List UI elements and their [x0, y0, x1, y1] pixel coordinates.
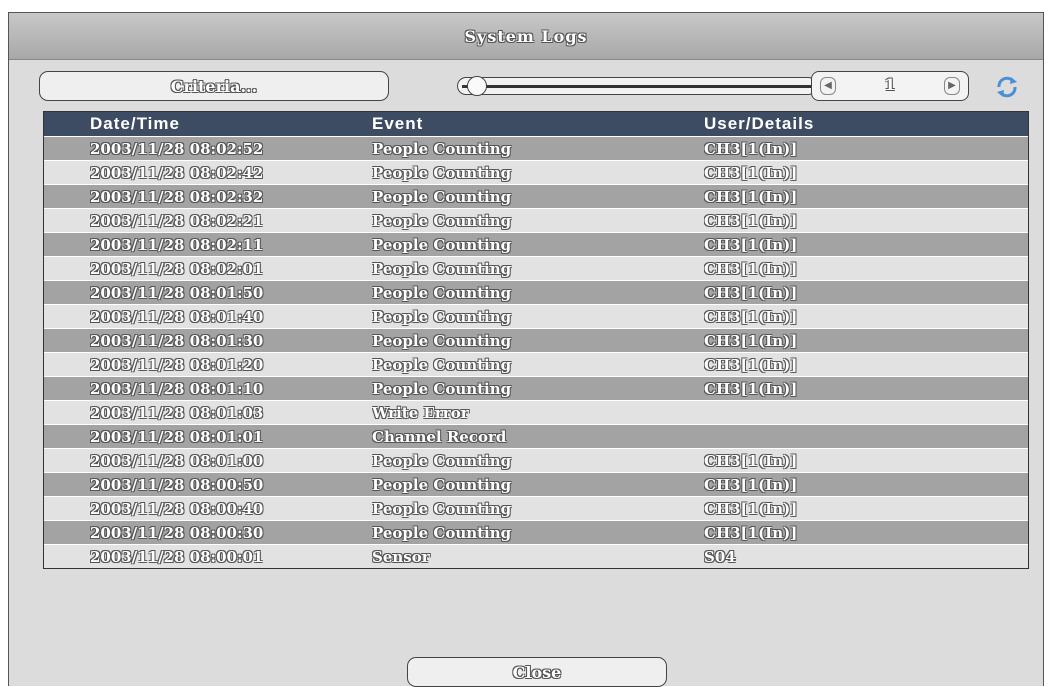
slider-track [462, 85, 812, 88]
cell-event: People Counting [372, 331, 512, 350]
refresh-icon[interactable] [995, 75, 1019, 99]
cell-event: Sensor [372, 547, 430, 566]
cell-user-details: CH3[1(In)] [704, 451, 798, 470]
cell-user-details: CH3[1(In)] [704, 523, 798, 542]
cell-user-details: CH3[1(In)] [704, 139, 798, 158]
table-row[interactable]: 2003/11/28 08:01:50 People Counting CH3[1(… [44, 280, 1028, 304]
cell-user-details: CH3[1(In)] [704, 163, 798, 182]
cell-datetime: 2003/11/28 08:02:11 [90, 235, 264, 254]
cell-event: People Counting [372, 283, 512, 302]
table-row[interactable]: 2003/11/28 08:02:52 People Counting CH3[1(… [44, 136, 1028, 160]
title-bar: System Logs [9, 13, 1043, 60]
table-row[interactable]: 2003/11/28 08:01:00 People Counting CH3[1(… [44, 448, 1028, 472]
slider-thumb[interactable] [466, 76, 487, 96]
table-row[interactable]: 2003/11/28 08:00:30 People Counting CH3[1(… [44, 520, 1028, 544]
table-row[interactable]: 2003/11/28 08:01:30 People Counting CH3[1(… [44, 328, 1028, 352]
table-row[interactable]: 2003/11/28 08:00:50 People Counting CH3[1(… [44, 472, 1028, 496]
cell-user-details: CH3[1(In)] [704, 475, 798, 494]
table-header: Date/Time Event User/Details [44, 112, 1028, 136]
cell-user-details: CH3[1(In)] [704, 283, 798, 302]
cell-user-details: CH3[1(In)] [704, 331, 798, 350]
page-number[interactable]: 1 [842, 75, 938, 94]
table-row[interactable]: 2003/11/28 08:01:10 People Counting CH3[1(… [44, 376, 1028, 400]
page-selector[interactable]: ◀ 1 ▶ [811, 71, 969, 101]
cell-datetime: 2003/11/28 08:01:30 [90, 331, 264, 350]
cell-event: People Counting [372, 307, 512, 326]
cell-user-details: S04 [704, 547, 736, 566]
table-row[interactable]: 2003/11/28 08:01:20 People Counting CH3[1(… [44, 352, 1028, 376]
cell-user-details: CH3[1(In)] [704, 499, 798, 518]
window-title: System Logs [464, 26, 588, 46]
table-body: 2003/11/28 08:02:52 People Counting CH3[1(… [44, 136, 1028, 568]
cell-event: People Counting [372, 139, 512, 158]
cell-user-details: CH3[1(In)] [704, 235, 798, 254]
criteria-button[interactable]: Criteria... [39, 71, 389, 101]
cell-event: People Counting [372, 499, 512, 518]
column-header-datetime[interactable]: Date/Time [44, 114, 372, 134]
cell-user-details: CH3[1(In)] [704, 187, 798, 206]
table-row[interactable]: 2003/11/28 08:02:32 People Counting CH3[1(… [44, 184, 1028, 208]
cell-datetime: 2003/11/28 08:01:03 [90, 403, 264, 422]
cell-datetime: 2003/11/28 08:02:32 [90, 187, 264, 206]
cell-event: People Counting [372, 475, 512, 494]
table-row[interactable]: 2003/11/28 08:02:42 People Counting CH3[1(… [44, 160, 1028, 184]
cell-datetime: 2003/11/28 08:00:50 [90, 475, 264, 494]
table-row[interactable]: 2003/11/28 08:00:01 Sensor S04 [44, 544, 1028, 568]
cell-datetime: 2003/11/28 08:02:52 [90, 139, 264, 158]
column-header-user-details[interactable]: User/Details [704, 114, 1028, 134]
cell-datetime: 2003/11/28 08:01:20 [90, 355, 264, 374]
table-row[interactable]: 2003/11/28 08:02:01 People Counting CH3[1(… [44, 256, 1028, 280]
cell-event: People Counting [372, 235, 512, 254]
cell-datetime: 2003/11/28 08:00:40 [90, 499, 264, 518]
cell-event: People Counting [372, 379, 512, 398]
column-header-event[interactable]: Event [372, 114, 704, 134]
cell-event: Write Error [372, 403, 469, 422]
table-row[interactable]: 2003/11/28 08:01:01 Channel Record [44, 424, 1028, 448]
cell-datetime: 2003/11/28 08:00:01 [90, 547, 264, 566]
cell-datetime: 2003/11/28 08:01:50 [90, 283, 264, 302]
logs-table: Date/Time Event User/Details 2003/11/28 … [43, 111, 1029, 569]
cell-datetime: 2003/11/28 08:01:10 [90, 379, 264, 398]
cell-user-details: CH3[1(In)] [704, 355, 798, 374]
cell-datetime: 2003/11/28 08:02:01 [90, 259, 264, 278]
table-row[interactable]: 2003/11/28 08:00:40 People Counting CH3[1(… [44, 496, 1028, 520]
table-row[interactable]: 2003/11/28 08:01:03 Write Error [44, 400, 1028, 424]
cell-user-details: CH3[1(In)] [704, 379, 798, 398]
cell-datetime: 2003/11/28 08:02:21 [90, 211, 264, 230]
cell-event: People Counting [372, 523, 512, 542]
table-row[interactable]: 2003/11/28 08:01:40 People Counting CH3[1(… [44, 304, 1028, 328]
table-row[interactable]: 2003/11/28 08:02:21 People Counting CH3[1(… [44, 208, 1028, 232]
cell-event: People Counting [372, 163, 512, 182]
chevron-right-icon[interactable]: ▶ [944, 77, 960, 95]
cell-datetime: 2003/11/28 08:01:00 [90, 451, 264, 470]
cell-user-details: CH3[1(In)] [704, 259, 798, 278]
cell-user-details: CH3[1(In)] [704, 211, 798, 230]
cell-user-details: CH3[1(In)] [704, 307, 798, 326]
cell-datetime: 2003/11/28 08:02:42 [90, 163, 264, 182]
cell-event: People Counting [372, 355, 512, 374]
cell-datetime: 2003/11/28 08:01:01 [90, 427, 264, 446]
cell-event: People Counting [372, 187, 512, 206]
cell-event: Channel Record [372, 427, 507, 446]
page-slider[interactable] [457, 76, 817, 96]
cell-event: People Counting [372, 259, 512, 278]
cell-event: People Counting [372, 451, 512, 470]
cell-datetime: 2003/11/28 08:01:40 [90, 307, 264, 326]
close-button[interactable]: Close [407, 657, 667, 687]
chevron-left-icon[interactable]: ◀ [820, 77, 836, 95]
cell-event: People Counting [372, 211, 512, 230]
table-row[interactable]: 2003/11/28 08:02:11 People Counting CH3[1(… [44, 232, 1028, 256]
system-logs-window: System Logs Criteria... ◀ 1 ▶ Date/Time … [8, 12, 1044, 687]
cell-datetime: 2003/11/28 08:00:30 [90, 523, 264, 542]
